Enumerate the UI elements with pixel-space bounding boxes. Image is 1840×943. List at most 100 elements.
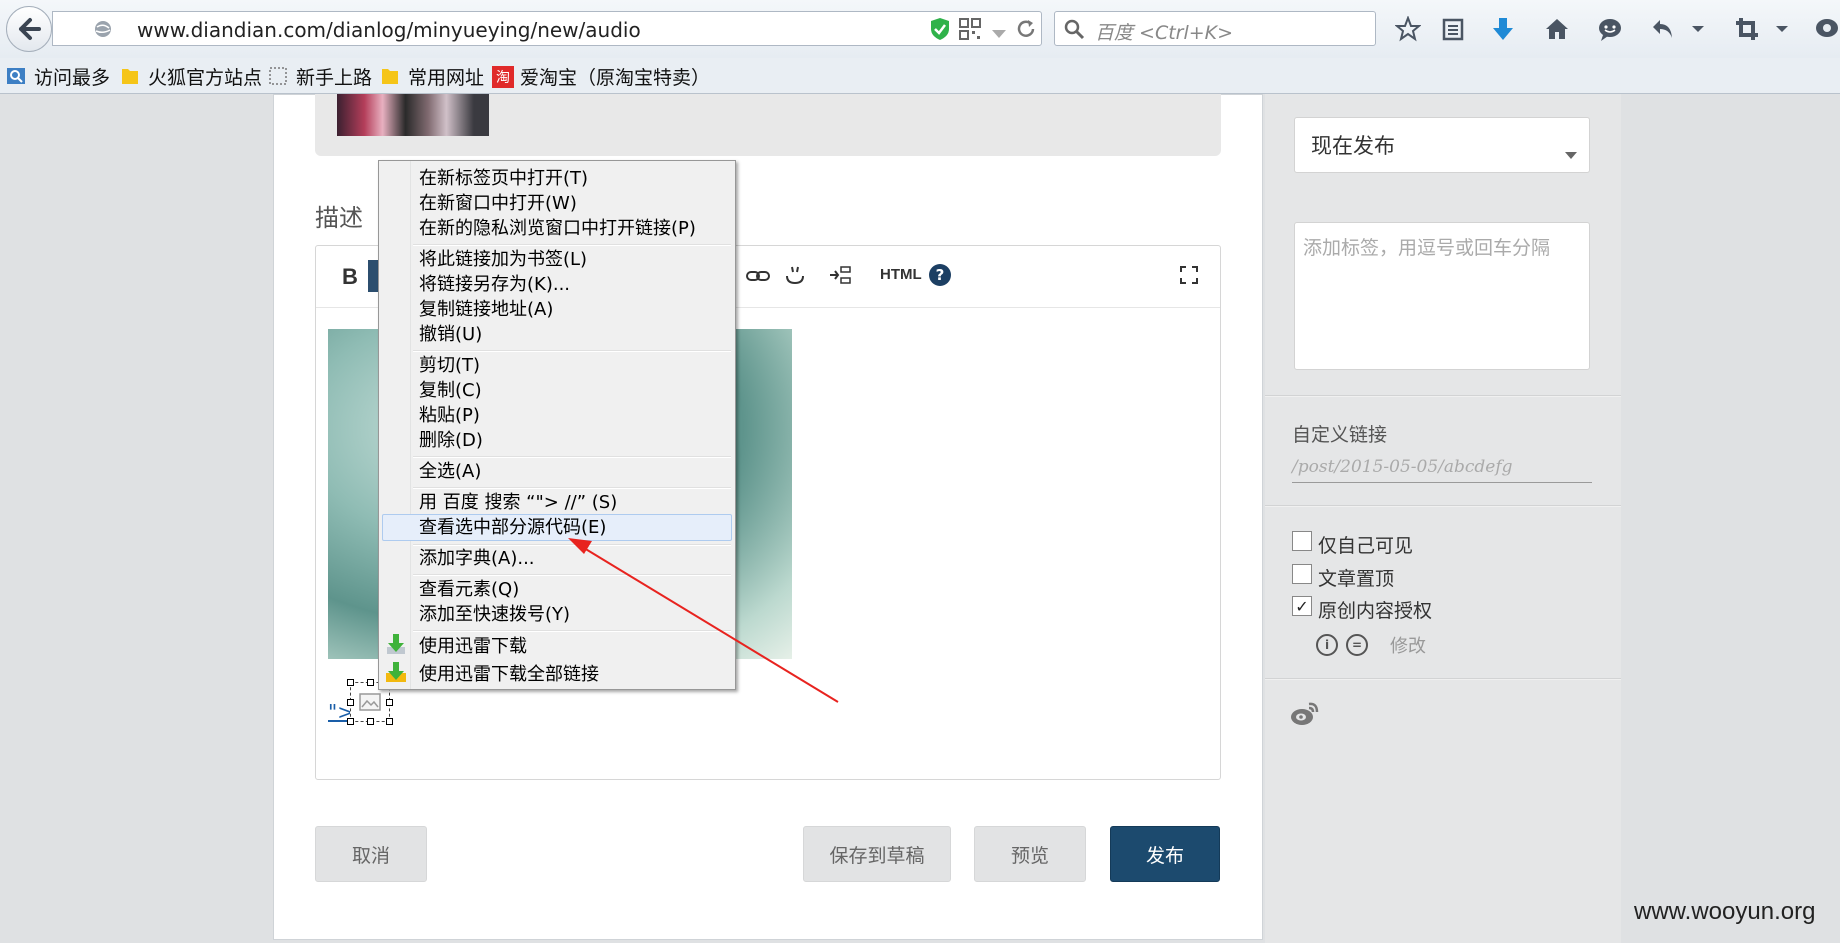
bookmark-getting-started[interactable]: 新手上路	[268, 64, 373, 89]
reading-list-icon[interactable]	[1438, 14, 1468, 44]
bookmark-label: 新手上路	[296, 66, 373, 89]
menu-item-select-all[interactable]: 全选(A)	[419, 460, 481, 484]
page-break-icon[interactable]	[828, 264, 852, 290]
cc-noderivs-icon: =	[1346, 634, 1368, 656]
menu-item-copy-link[interactable]: 复制链接地址(A)	[419, 298, 553, 322]
svg-text:淘: 淘	[496, 70, 510, 86]
folder-icon	[380, 66, 400, 86]
preview-button[interactable]: 预览	[974, 826, 1086, 882]
pin-top-checkbox[interactable]	[1292, 564, 1312, 584]
taobao-icon: 淘	[492, 66, 514, 88]
menu-item-save-link-as[interactable]: 将链接另存为(K)...	[419, 273, 570, 297]
private-checkbox[interactable]	[1292, 531, 1312, 551]
menu-item-search-baidu[interactable]: 用 百度 搜索 “"> //” (S)	[419, 491, 617, 515]
sidebar-divider	[1265, 678, 1621, 680]
publish-button[interactable]: 发布	[1110, 826, 1220, 882]
bookmark-aitaobao[interactable]: 淘 爱淘宝（原淘宝特卖）	[492, 64, 711, 89]
html-mode-button[interactable]: HTML	[880, 266, 922, 283]
blank-page-icon	[268, 66, 288, 86]
menu-item-inspect-element[interactable]: 查看元素(Q)	[419, 578, 519, 602]
license-edit-link[interactable]: 修改	[1390, 632, 1426, 658]
context-menu-gutter	[379, 161, 411, 689]
undo-menu-arrow-icon[interactable]	[1688, 14, 1708, 44]
cc-attribution-icon: i	[1316, 634, 1338, 656]
bold-button[interactable]: B	[342, 264, 358, 290]
cancel-button[interactable]: 取消	[315, 826, 427, 882]
publish-time-value: 现在发布	[1311, 134, 1395, 158]
url-bar[interactable]: www.diandian.com/dianlog/minyueying/new/…	[52, 11, 1042, 46]
bookmark-most-visited[interactable]: 访问最多	[6, 64, 111, 89]
custom-link-input[interactable]: /post/2015-05-05/abcdefg	[1292, 457, 1592, 483]
bookmark-star-icon[interactable]	[1393, 14, 1423, 44]
menu-separator	[413, 574, 731, 576]
license-row: i = 修改	[1316, 632, 1426, 658]
link-icon[interactable]	[746, 266, 770, 290]
menu-separator	[413, 456, 731, 458]
url-text: www.diandian.com/dianlog/minyueying/new/…	[137, 18, 641, 42]
save-draft-button[interactable]: 保存到草稿	[803, 826, 951, 882]
crop-menu-arrow-icon[interactable]	[1772, 14, 1792, 44]
menu-item-open-private-window[interactable]: 在新的隐私浏览窗口中打开链接(P)	[419, 217, 696, 241]
fullscreen-icon[interactable]	[1180, 266, 1198, 288]
menu-item-copy[interactable]: 复制(C)	[419, 379, 482, 403]
reload-icon[interactable]	[1015, 18, 1037, 44]
menu-separator	[413, 244, 731, 246]
menu-separator	[413, 487, 731, 489]
qrcode-icon[interactable]	[959, 18, 981, 44]
publish-time-select[interactable]: 现在发布	[1294, 117, 1590, 173]
menu-item-add-dictionary[interactable]: 添加字典(A)...	[419, 547, 535, 571]
tags-placeholder: 添加标签，用逗号或回车分隔	[1303, 237, 1551, 259]
custom-link-placeholder: /post/2015-05-05/abcdefg	[1292, 457, 1513, 477]
sidebar-divider	[1265, 395, 1621, 397]
back-arrow-icon	[19, 18, 41, 40]
back-button[interactable]	[6, 6, 52, 52]
extension-icon[interactable]	[1812, 14, 1840, 44]
search-bar[interactable]: 百度 <Ctrl+K>	[1054, 11, 1376, 46]
menu-item-add-speed-dial[interactable]: 添加至快速拨号(Y)	[419, 603, 570, 627]
menu-item-paste[interactable]: 粘贴(P)	[419, 404, 480, 428]
menu-separator	[413, 350, 731, 352]
menu-item-undo[interactable]: 撤销(U)	[419, 323, 482, 347]
chat-icon[interactable]	[1595, 14, 1625, 44]
weibo-icon[interactable]	[1290, 700, 1320, 730]
private-label: 仅自己可见	[1318, 535, 1414, 557]
bookmark-label: 访问最多	[34, 66, 111, 89]
bookmark-common-sites[interactable]: 常用网址	[380, 64, 485, 89]
original-license-checkbox[interactable]: ✓	[1292, 596, 1312, 616]
crop-icon[interactable]	[1732, 14, 1762, 44]
menu-item-thunder-download-all[interactable]: 使用迅雷下载全部链接	[419, 663, 599, 687]
most-visited-icon	[6, 66, 26, 86]
browser-navbar: www.diandian.com/dianlog/minyueying/new/…	[0, 0, 1840, 58]
pin-top-label: 文章置顶	[1318, 568, 1395, 590]
broken-image-icon	[359, 693, 381, 711]
bookmark-label: 爱淘宝（原淘宝特卖）	[520, 66, 711, 89]
menu-item-bookmark-link[interactable]: 将此链接加为书签(L)	[419, 248, 587, 272]
menu-item-thunder-download[interactable]: 使用迅雷下载	[419, 635, 527, 659]
menu-item-open-new-tab[interactable]: 在新标签页中打开(T)	[419, 167, 588, 191]
menu-item-cut[interactable]: 剪切(T)	[419, 354, 480, 378]
menu-item-view-selection-source[interactable]: 查看选中部分源代码(E)	[419, 516, 606, 540]
bookmark-label: 常用网址	[408, 66, 485, 89]
chevron-down-icon	[1565, 141, 1577, 165]
description-label: 描述	[315, 204, 363, 232]
bookmarks-toolbar: 访问最多 火狐官方站点 新手上路 常用网址 淘 爱淘宝（原淘宝特卖）	[0, 58, 1840, 94]
bookmark-label: 火狐官方站点	[148, 66, 263, 89]
undo-icon[interactable]	[1648, 14, 1678, 44]
shield-icon[interactable]	[929, 17, 951, 45]
menu-separator	[413, 544, 731, 546]
custom-link-label: 自定义链接	[1292, 424, 1388, 446]
dropdown-arrow-icon[interactable]	[991, 24, 1007, 43]
globe-icon	[93, 19, 113, 43]
menu-item-open-new-window[interactable]: 在新窗口中打开(W)	[419, 192, 577, 216]
sidebar-divider	[1265, 505, 1621, 507]
bookmark-firefox-site[interactable]: 火狐官方站点	[120, 64, 263, 89]
menu-separator	[413, 630, 731, 632]
download-icon[interactable]	[1488, 14, 1518, 44]
help-icon[interactable]: ?	[928, 263, 952, 291]
menu-item-delete[interactable]: 删除(D)	[419, 429, 483, 453]
thunder-download-all-icon	[386, 662, 406, 682]
home-icon[interactable]	[1542, 14, 1572, 44]
tags-input[interactable]: 添加标签，用逗号或回车分隔	[1294, 222, 1590, 370]
unlink-icon[interactable]	[784, 264, 806, 290]
thunder-download-icon	[387, 634, 405, 654]
